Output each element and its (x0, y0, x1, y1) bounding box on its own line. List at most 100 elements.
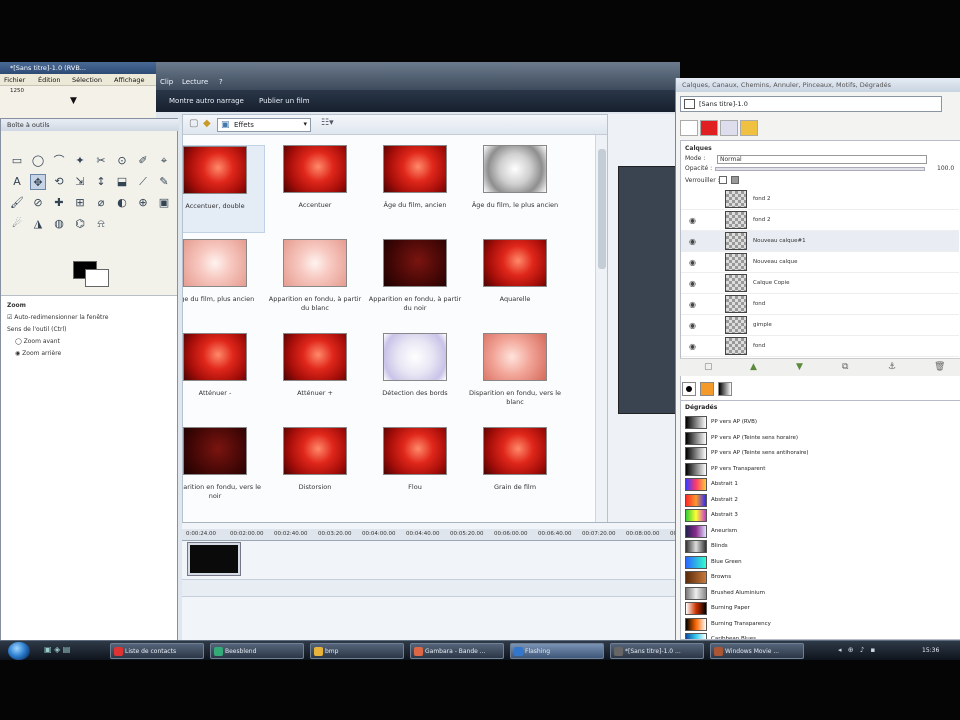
effect-item[interactable]: Atténuer - (183, 333, 265, 421)
lock-pixels-icon[interactable] (731, 176, 739, 184)
tool-icon[interactable]: ⌬ (72, 216, 88, 232)
tab-gradients-icon[interactable] (718, 382, 732, 396)
layer-row[interactable]: ◉ Nouveau calque#1 (681, 231, 959, 252)
tool-icon[interactable]: ⬓ (114, 174, 130, 190)
tool-icon[interactable]: ✐ (135, 153, 151, 169)
tool-icon[interactable]: ⍾ (93, 216, 109, 232)
zoom-in-radio[interactable]: ◯ Zoom avant (15, 338, 60, 345)
tool-icon[interactable]: ◮ (30, 216, 46, 232)
taskbar-button[interactable]: Beesblend (210, 643, 304, 659)
gradient-row[interactable]: Brushed Aluminium (683, 586, 958, 601)
eye-icon[interactable]: ◉ (689, 258, 696, 267)
taskbar-button[interactable]: Liste de contacts (110, 643, 204, 659)
menu-help[interactable]: ? (219, 78, 223, 86)
mode-select[interactable]: Normal (717, 155, 927, 164)
tool-icon[interactable]: ◯ (30, 153, 46, 169)
start-button[interactable] (8, 642, 30, 660)
menu-lecture[interactable]: Lecture (182, 78, 208, 86)
gradient-row[interactable]: Abstrait 3 (683, 508, 958, 523)
tab-channels-icon[interactable] (700, 120, 718, 136)
opacity-value[interactable]: 100.0 (937, 165, 954, 172)
taskbar-button[interactable]: *[Sans titre]-1.0 ... (610, 643, 704, 659)
effect-item[interactable]: Âge du film, le plus ancien (465, 145, 565, 233)
tab-undo-icon[interactable] (740, 120, 758, 136)
tool-icon[interactable]: ↕ (93, 174, 109, 190)
image-selector[interactable]: [Sans titre]-1.0 (680, 96, 942, 112)
gradient-row[interactable]: Abstrait 1 (683, 477, 958, 492)
menu-affichage[interactable]: Affichage (114, 76, 145, 84)
gradient-row[interactable]: PP vers AP (Teinte sens horaire) (683, 431, 958, 446)
gradient-row[interactable]: PP vers AP (Teinte sens antihoraire) (683, 446, 958, 461)
taskbar-button[interactable]: Gambara - Bande ... (410, 643, 504, 659)
layer-row[interactable]: ◉ Nouveau calque (681, 252, 959, 273)
system-tray[interactable]: ◂ ⊕ ♪ ▪ (838, 646, 877, 654)
effect-item[interactable]: Âge du film, plus ancien (183, 239, 265, 327)
effect-item[interactable]: Détection des bords (365, 333, 465, 421)
back-icon[interactable]: ▢ (189, 118, 198, 129)
menu-clip[interactable]: Clip (160, 78, 173, 86)
background-color-swatch[interactable] (85, 269, 109, 287)
tool-icon[interactable]: ⌒ (51, 153, 67, 169)
effect-item[interactable]: Disparition en fondu, vers le blanc (465, 333, 565, 421)
tool-icon[interactable]: ⇲ (72, 174, 88, 190)
tool-icon[interactable]: ⊕ (135, 195, 151, 211)
tool-icon[interactable]: ✂ (93, 153, 109, 169)
tool-icon[interactable]: ✥ (30, 174, 46, 190)
tool-icon[interactable]: ⟲ (51, 174, 67, 190)
gradient-row[interactable]: Blue Green (683, 555, 958, 570)
eye-icon[interactable]: ◉ (689, 342, 696, 351)
lower-layer-icon[interactable]: ▼ (796, 362, 803, 372)
tool-icon[interactable]: ⊞ (72, 195, 88, 211)
narrate-button[interactable]: Montre autro narrage (169, 97, 244, 105)
scrollbar-thumb[interactable] (598, 149, 606, 269)
tab-patterns-icon[interactable] (700, 382, 714, 396)
layer-row[interactable]: ◉ gimple (681, 315, 959, 336)
tab-brushes-icon[interactable] (682, 382, 696, 396)
anchor-layer-icon[interactable]: ⚓ (888, 362, 896, 372)
tool-icon[interactable]: ▭ (9, 153, 25, 169)
effect-item[interactable]: Grain de film (465, 427, 565, 515)
tool-icon[interactable]: ⊙ (114, 153, 130, 169)
tool-icon[interactable]: ⌖ (156, 153, 172, 169)
layer-row[interactable]: ◉ fond (681, 294, 959, 315)
eye-icon[interactable]: ◉ (689, 321, 696, 330)
effect-item[interactable]: Âge du film, ancien (365, 145, 465, 233)
effect-item[interactable]: Aquarelle (465, 239, 565, 327)
effect-item[interactable]: Accentuer, double (183, 145, 265, 233)
tool-icon[interactable]: A (9, 174, 25, 190)
gradient-row[interactable]: Burning Transparency (683, 617, 958, 632)
gradient-row[interactable]: Caribbean Blues (683, 632, 958, 639)
taskbar-button[interactable]: Flashing (510, 643, 604, 659)
quicklaunch-icons[interactable]: ▣ ◈ ▤ (44, 645, 70, 654)
effects-scrollbar[interactable] (595, 135, 607, 567)
new-layer-icon[interactable]: ▢ (704, 362, 713, 372)
opacity-slider[interactable] (715, 167, 925, 171)
publish-movie-button[interactable]: Publier un film (259, 97, 310, 105)
tool-icon[interactable]: ✚ (51, 195, 67, 211)
eye-icon[interactable]: ◉ (689, 300, 696, 309)
taskbar-button[interactable]: bmp (310, 643, 404, 659)
lock-alpha-checkbox[interactable] (719, 176, 727, 184)
tool-icon[interactable]: ✦ (72, 153, 88, 169)
menu-selection[interactable]: Sélection (72, 76, 102, 84)
auto-resize-checkbox[interactable]: ☑ Auto-redimensionner la fenêtre (7, 314, 108, 321)
tool-icon[interactable]: ▣ (156, 195, 172, 211)
menu-edition[interactable]: Édition (38, 76, 61, 84)
layer-row[interactable]: fond 2 (681, 189, 959, 210)
layer-row[interactable]: ◉ Calque Copie (681, 273, 959, 294)
zoom-out-radio[interactable]: ◉ Zoom arrière (15, 350, 61, 357)
tool-icon[interactable]: ☄ (9, 216, 25, 232)
gradient-row[interactable]: Browns (683, 570, 958, 585)
effect-item[interactable]: Distorsion (265, 427, 365, 515)
eye-icon[interactable]: ◉ (689, 216, 696, 225)
effect-item[interactable]: Accentuer (265, 145, 365, 233)
effect-item[interactable]: Flou (365, 427, 465, 515)
gradient-row[interactable]: Abstrait 2 (683, 493, 958, 508)
gradient-row[interactable]: PP vers AP (RVB) (683, 415, 958, 430)
gradient-row[interactable]: PP vers Transparent (683, 462, 958, 477)
tab-layers-icon[interactable] (680, 120, 698, 136)
timeline-ruler[interactable]: 0:00:24.00 00:02:00.00 00:02:40.00 00:03:20… (182, 529, 703, 541)
timeline-audio-track[interactable] (182, 579, 680, 597)
tool-icon[interactable]: ◍ (51, 216, 67, 232)
menu-fichier[interactable]: Fichier (4, 76, 25, 84)
